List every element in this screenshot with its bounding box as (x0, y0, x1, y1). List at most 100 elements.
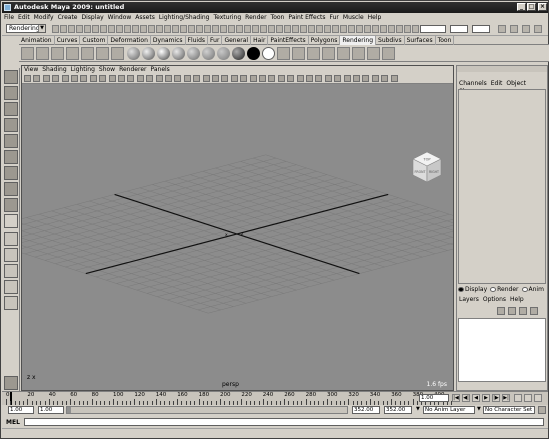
status-tool-icon[interactable] (92, 25, 99, 33)
panel-tool-icon[interactable] (52, 75, 60, 82)
shelf-tab-custom[interactable]: Custom (80, 36, 109, 45)
status-tool-icon[interactable] (332, 25, 339, 33)
shelf-tab-fluids[interactable]: Fluids (186, 36, 209, 45)
shelf-tab-dynamics[interactable]: Dynamics (151, 36, 186, 45)
panel-tool-icon[interactable] (118, 75, 125, 82)
panel-tool-icon[interactable] (212, 75, 219, 82)
manipulator-tool-icon[interactable] (4, 166, 18, 180)
panel-tool-icon[interactable] (42, 75, 50, 82)
range-slider[interactable] (66, 406, 348, 414)
panel-tool-icon[interactable] (277, 75, 285, 82)
phong-shader-icon[interactable] (157, 47, 170, 60)
start-time-field[interactable]: 1.00 (8, 406, 34, 414)
show-manipulator-icon[interactable] (4, 198, 18, 212)
panel-tool-icon[interactable] (306, 75, 313, 82)
status-tool-icon[interactable] (340, 25, 347, 33)
layered-shader-icon[interactable] (202, 47, 215, 60)
step-back-button[interactable]: ◀| (462, 394, 470, 402)
status-tool-icon[interactable] (260, 25, 267, 33)
use-background-icon[interactable] (247, 47, 260, 60)
shelf-tab-fur[interactable]: Fur (208, 36, 223, 45)
status-tool-icon[interactable] (108, 25, 115, 33)
character-set-dropdown[interactable]: No Character Set (483, 406, 535, 414)
panel-tool-icon[interactable] (89, 75, 97, 82)
status-tool-icon[interactable] (364, 25, 371, 33)
attribute-editor-icon[interactable] (510, 25, 518, 33)
panel-tool-icon[interactable] (61, 75, 69, 82)
panel-tool-icon[interactable] (127, 75, 135, 82)
shelf-tab-polygons[interactable]: Polygons (309, 36, 341, 45)
shelf-tab-subdivs[interactable]: Subdivs (376, 36, 405, 45)
status-tool-icon[interactable] (324, 25, 331, 33)
ramp-shader-icon[interactable] (217, 47, 230, 60)
status-tool-icon[interactable] (380, 25, 387, 33)
key-icon[interactable] (514, 394, 522, 402)
panel-tool-icon[interactable] (343, 75, 351, 82)
area-light-icon[interactable] (81, 47, 94, 60)
status-tool-icon[interactable] (140, 25, 147, 33)
scale-tool-icon[interactable] (4, 150, 18, 164)
menu-window[interactable]: Window (106, 13, 134, 22)
panel-tool-icon[interactable] (230, 75, 238, 82)
ipr-render-icon[interactable] (292, 47, 305, 60)
shelf-tab-surfaces[interactable]: Surfaces (405, 36, 436, 45)
panel-tool-icon[interactable] (334, 75, 342, 82)
status-tool-icon[interactable] (252, 25, 259, 33)
persp-graph-layout-icon[interactable] (4, 280, 18, 294)
view-cube-icon[interactable]: TOP FRONT RIGHT (410, 150, 444, 184)
panel-tool-icon[interactable] (381, 75, 389, 82)
character-set-icon[interactable] (538, 406, 546, 414)
channel-box-icon[interactable] (534, 25, 542, 33)
render-view-icon[interactable] (307, 47, 320, 60)
status-tool-icon[interactable] (52, 25, 59, 33)
panel-menu-show[interactable]: Show (97, 66, 117, 74)
anisotropic-shader-icon[interactable] (187, 47, 200, 60)
soft-mod-tool-icon[interactable] (4, 182, 18, 196)
panel-tool-icon[interactable] (268, 75, 276, 82)
play-backward-button[interactable]: ◀ (472, 394, 480, 402)
paint-select-tool-icon[interactable] (4, 102, 18, 116)
panel-tool-icon[interactable] (183, 75, 191, 82)
menu-render[interactable]: Render (243, 13, 268, 22)
status-tool-icon[interactable] (204, 25, 211, 33)
panel-tool-icon[interactable] (99, 75, 107, 82)
single-perspective-layout-icon[interactable] (4, 232, 18, 246)
volume-light-icon[interactable] (96, 47, 109, 60)
new-layer-selected-icon[interactable] (508, 307, 516, 315)
panel-tool-icon[interactable] (71, 75, 78, 82)
hypershade-icon[interactable] (111, 47, 124, 60)
status-tool-icon[interactable] (372, 25, 379, 33)
panel-menu-view[interactable]: View (22, 66, 40, 74)
status-tool-icon[interactable] (164, 25, 171, 33)
layer-menu-layers[interactable]: Layers (457, 296, 481, 304)
menu-help[interactable]: Help (366, 13, 384, 22)
panel-tool-icon[interactable] (136, 75, 144, 82)
go-to-end-button[interactable]: ▶| (502, 394, 510, 402)
status-tool-icon[interactable] (100, 25, 107, 33)
menu-file[interactable]: File (2, 13, 16, 22)
status-tool-icon[interactable] (356, 25, 363, 33)
batch-render-icon[interactable] (322, 47, 335, 60)
channel-menu-object[interactable]: Object (504, 80, 528, 88)
status-tool-icon[interactable] (292, 25, 299, 33)
status-tool-icon[interactable] (404, 25, 411, 33)
panel-tool-icon[interactable] (24, 75, 31, 82)
viewport[interactable]: xz TOP FRONT RIGHT z x persp 1.6 fps (22, 84, 453, 390)
mel-label[interactable]: MEL (6, 419, 20, 426)
menu-assets[interactable]: Assets (133, 13, 157, 22)
phonge-shader-icon[interactable] (172, 47, 185, 60)
panel-tool-icon[interactable] (80, 75, 88, 82)
status-tool-icon[interactable] (116, 25, 123, 33)
panel-tool-icon[interactable] (259, 75, 266, 82)
panel-menu-lighting[interactable]: Lighting (69, 66, 97, 74)
end-time-field[interactable]: 352.00 (384, 406, 412, 414)
panel-tool-icon[interactable] (362, 75, 370, 82)
last-tool-icon[interactable] (4, 214, 18, 228)
status-tool-icon[interactable] (180, 25, 187, 33)
go-to-start-button[interactable]: |◀ (452, 394, 460, 402)
status-tool-icon[interactable] (244, 25, 251, 33)
lasso-tool-icon[interactable] (4, 86, 18, 100)
playback-end-field[interactable]: 352.00 (352, 406, 380, 414)
shelf-tab-hair[interactable]: Hair (251, 36, 269, 45)
panel-tool-icon[interactable] (193, 75, 201, 82)
